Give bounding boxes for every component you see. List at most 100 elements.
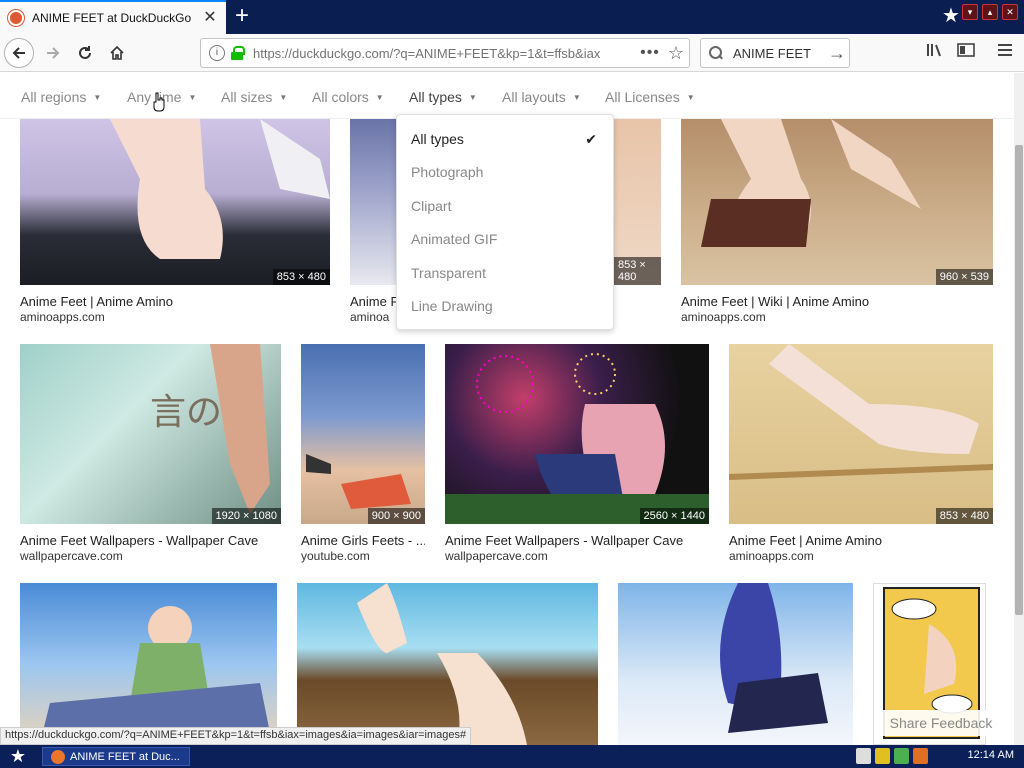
filter-types[interactable]: All types ▼ (409, 89, 477, 105)
result-image[interactable]: 2560 × 1440 (445, 344, 709, 524)
filter-sizes[interactable]: All sizes ▼ (221, 89, 287, 105)
tab-strip: ANIME FEET at DuckDuckGo ✕ + ★ ▾ ▴ ✕ (0, 0, 1024, 34)
result-image[interactable]: 900 × 900 (301, 344, 425, 524)
filter-licenses[interactable]: All Licenses ▼ (605, 89, 695, 105)
info-icon[interactable]: i (209, 45, 225, 61)
search-icon (709, 46, 723, 60)
caret-down-icon: ▼ (188, 93, 197, 102)
duckduckgo-favicon-icon (8, 10, 24, 26)
image-dimensions: 960 × 539 (935, 269, 993, 285)
clock: 12:14 AM (967, 749, 1014, 761)
search-go-arrow-icon[interactable]: → (825, 43, 849, 64)
share-feedback-button[interactable]: Share Feedback (880, 710, 1002, 736)
result-domain[interactable]: aminoapps.com (729, 549, 814, 563)
image-dimensions: 853 × 480 (272, 269, 330, 285)
search-input[interactable]: ANIME FEET (733, 46, 825, 61)
result-title[interactable]: Anime Feet Wallpapers - Wallpaper Cave (445, 533, 709, 548)
pool-feet-illustration (357, 583, 527, 745)
window-close-icon[interactable]: ✕ (1002, 4, 1018, 20)
result-image[interactable] (618, 583, 853, 745)
caret-down-icon: ▼ (686, 93, 695, 102)
bookmark-star-icon[interactable]: ☆ (663, 43, 689, 64)
forward-button[interactable] (38, 38, 68, 68)
scrollbar-thumb[interactable] (1015, 145, 1023, 615)
dropdown-option-photograph[interactable]: Photograph (411, 164, 483, 180)
result-title[interactable]: Anime Feet | Wiki | Anime Amino (681, 294, 991, 309)
menu-hamburger-icon[interactable] (994, 42, 1016, 64)
search-bar[interactable]: ANIME FEET → (700, 38, 850, 68)
star-flag-icon: ★ (942, 5, 960, 27)
checkmark-icon: ✔ (585, 131, 597, 147)
result-title[interactable]: Anime F (350, 294, 396, 309)
dropdown-option-transparent[interactable]: Transparent (411, 265, 486, 281)
active-tab[interactable]: ANIME FEET at DuckDuckGo ✕ (0, 0, 226, 34)
types-dropdown: All types ✔ Photograph Clipart Animated … (396, 114, 614, 330)
network-icon[interactable] (894, 748, 909, 764)
firefox-icon (51, 749, 65, 764)
image-dimensions: 1920 × 1080 (211, 508, 281, 524)
result-image[interactable]: 853 × 480 (614, 119, 661, 285)
result-domain[interactable]: wallpapercave.com (20, 549, 123, 563)
sandals-illustration (701, 119, 921, 247)
sidebar-icon[interactable] (955, 42, 977, 64)
minimize-icon[interactable]: ▾ (962, 4, 978, 20)
hand-cursor-icon (153, 92, 165, 112)
filter-label: All Licenses (605, 89, 680, 105)
feet-illustration (110, 119, 330, 259)
dropdown-option-all-types[interactable]: All types (411, 131, 464, 147)
image-dimensions: 853 × 480 (614, 257, 661, 285)
girl-illustration (40, 606, 270, 743)
result-domain[interactable]: youtube.com (301, 549, 370, 563)
result-image[interactable] (20, 583, 277, 745)
shield-icon[interactable] (875, 748, 890, 764)
dropdown-option-line-drawing[interactable]: Line Drawing (411, 298, 493, 314)
result-domain[interactable]: wallpapercave.com (445, 549, 548, 563)
page-actions-icon[interactable]: ••• (637, 44, 663, 62)
result-title[interactable]: Anime Girls Feets - ... (301, 533, 425, 548)
filter-layouts[interactable]: All layouts ▼ (502, 89, 581, 105)
result-image[interactable]: 853 × 480 (20, 119, 330, 285)
url-text[interactable]: https://duckduckgo.com/?q=ANIME+FEET&kp=… (253, 46, 637, 61)
keyboard-icon[interactable] (856, 748, 871, 764)
image-dimensions: 900 × 900 (367, 508, 425, 524)
filter-regions[interactable]: All regions ▼ (21, 89, 101, 105)
result-domain[interactable]: aminoa (350, 310, 396, 324)
taskbar-firefox-button[interactable]: ANIME FEET at Duc... (42, 747, 190, 766)
result-title[interactable]: Anime Feet Wallpapers - Wallpaper Cave (20, 533, 281, 548)
result-image[interactable]: 853 × 480 (729, 344, 993, 524)
result-image[interactable]: 言の 1920 × 1080 (20, 344, 281, 524)
reload-icon (79, 46, 91, 59)
caret-down-icon: ▼ (572, 93, 581, 102)
caret-down-icon: ▼ (468, 93, 477, 102)
filter-label: All sizes (221, 89, 273, 105)
status-bar-url: https://duckduckgo.com/?q=ANIME+FEET&kp=… (0, 727, 472, 745)
system-tray (856, 748, 928, 764)
result-domain[interactable]: aminoapps.com (20, 310, 105, 324)
new-tab-button[interactable]: + (228, 2, 256, 32)
back-arrow-icon (12, 47, 25, 59)
result-image[interactable] (350, 119, 396, 285)
lock-icon[interactable] (231, 46, 245, 60)
filter-label: All layouts (502, 89, 566, 105)
start-button[interactable]: ★ (4, 745, 32, 768)
home-button[interactable] (102, 38, 132, 68)
tab-close-icon[interactable]: ✕ (200, 8, 220, 28)
reload-button[interactable] (70, 38, 100, 68)
taskbar: ★ ANIME FEET at Duc... 12:14 AM (0, 745, 1024, 768)
search-tray-icon[interactable] (913, 748, 928, 764)
result-title[interactable]: Anime Feet | Anime Amino (20, 294, 320, 309)
dropdown-option-animated-gif[interactable]: Animated GIF (411, 231, 497, 247)
taskbar-window-title: ANIME FEET at Duc... (70, 750, 180, 763)
result-domain[interactable]: aminoapps.com (681, 310, 766, 324)
dropdown-option-clipart[interactable]: Clipart (411, 198, 451, 214)
filter-colors[interactable]: All colors ▼ (312, 89, 384, 105)
back-button[interactable] (4, 38, 34, 68)
result-image[interactable] (297, 583, 598, 745)
result-image[interactable]: 960 × 539 (681, 119, 993, 285)
filter-label: All colors (312, 89, 369, 105)
result-title[interactable]: Anime Feet | Anime Amino (729, 533, 993, 548)
library-icon[interactable] (924, 42, 946, 64)
restore-icon[interactable]: ▴ (982, 4, 998, 20)
navigation-toolbar: i https://duckduckgo.com/?q=ANIME+FEET&k… (0, 34, 1024, 72)
address-bar[interactable]: i https://duckduckgo.com/?q=ANIME+FEET&k… (200, 38, 690, 68)
